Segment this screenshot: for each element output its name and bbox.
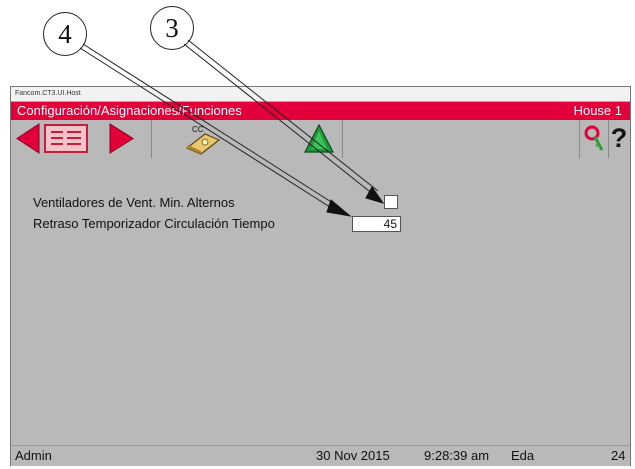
callout-arrows [79, 39, 385, 217]
callout-3-arrowhead [365, 186, 385, 204]
callout-4-line [79, 47, 334, 210]
callout-3-line [187, 39, 379, 192]
callout-4-line [82, 43, 337, 206]
callout-4-arrowhead [326, 199, 352, 217]
callout-3-line [183, 43, 375, 196]
